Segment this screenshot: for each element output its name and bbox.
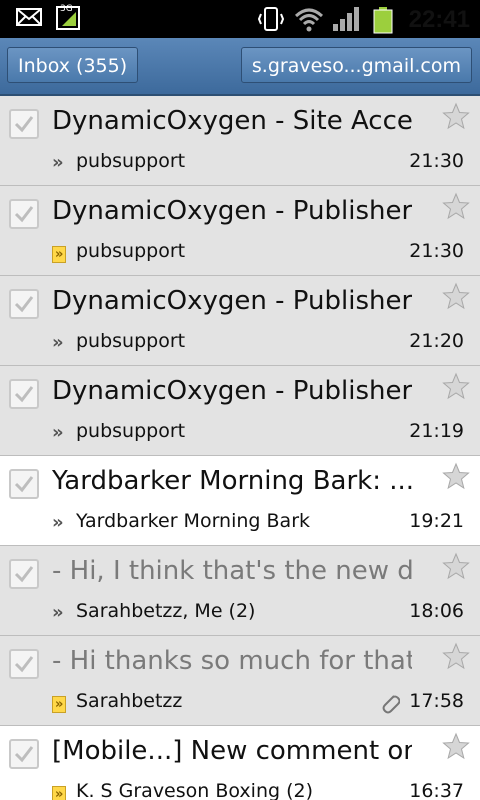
chevron-icon: » [52,152,64,173]
check-icon [14,656,34,673]
check-icon [14,566,34,583]
message-sender: pubsupport [76,240,186,262]
message-subject: DynamicOxygen - Site Acce... [52,106,412,136]
message-row[interactable]: DynamicOxygen - Publisher... » pubsupport 2… [0,186,480,276]
message-subject: DynamicOxygen - Publisher... [52,196,412,226]
priority-marker-icon: » [52,246,67,263]
clock: 22:41 [408,6,470,33]
message-subject: - Hi thanks so much for that. ... [52,646,412,676]
message-subject: - Hi, I think that's the new de... [52,556,412,586]
select-checkbox[interactable] [9,379,39,409]
message-sender: Yardbarker Morning Bark [76,510,311,532]
select-checkbox[interactable] [9,469,39,499]
check-icon [14,476,34,493]
message-row[interactable]: DynamicOxygen - Publisher ... » pubsupport… [0,276,480,366]
priority-marker-icon: » [52,696,67,713]
select-checkbox[interactable] [9,739,39,769]
select-checkbox[interactable] [9,199,39,229]
check-icon [14,116,34,133]
message-sender: pubsupport [76,420,186,442]
message-row[interactable]: Yardbarker Morning Bark: ... ... » Yardbar… [0,456,480,546]
message-time: 21:20 [409,330,464,352]
star-icon[interactable] [442,372,470,404]
chevron-icon: » [52,422,64,443]
message-time: 21:30 [409,240,464,262]
check-icon [14,296,34,313]
mail-icon [16,6,42,32]
select-checkbox[interactable] [9,559,39,589]
message-subject: DynamicOxygen - Publisher ... [52,376,412,406]
star-icon[interactable] [442,102,470,134]
check-icon [14,746,34,763]
priority-marker-icon: » [52,786,67,800]
battery-icon [372,6,394,38]
select-checkbox[interactable] [9,109,39,139]
message-sender: Sarahbetzz [76,690,183,712]
star-icon[interactable] [442,282,470,314]
chevron-icon: » [52,332,64,353]
message-sender: pubsupport [76,150,186,172]
wifi-icon [294,6,324,36]
message-time: 18:06 [409,600,464,622]
check-icon [14,386,34,403]
check-icon [14,206,34,223]
message-row[interactable]: DynamicOxygen - Publisher ... » pubsupport… [0,366,480,456]
vibrate-icon [257,6,285,36]
message-row[interactable]: DynamicOxygen - Site Acce... » pubsupport 2… [0,96,480,186]
signal-icon [332,6,360,36]
select-checkbox[interactable] [9,289,39,319]
message-row[interactable]: - Hi, I think that's the new de... » Sarah… [0,546,480,636]
message-sender: Sarahbetzz, Me (2) [76,600,256,622]
message-time: 19:21 [409,510,464,532]
message-time: 16:37 [409,780,464,800]
header-bar: Inbox (355) s.graveso...gmail.com [0,38,480,96]
message-time: 21:19 [409,420,464,442]
star-icon[interactable] [442,192,470,224]
message-sender: pubsupport [76,330,186,352]
chevron-icon: » [52,602,64,623]
star-icon[interactable] [442,642,470,674]
star-icon[interactable] [442,462,470,494]
message-subject: [Mobile...] New comment on ... [52,736,412,766]
status-bar: 3G 22:41 [0,0,480,38]
message-row[interactable]: [Mobile...] New comment on ... » K. S Grav… [0,726,480,800]
account-button[interactable]: s.graveso...gmail.com [240,47,472,83]
message-row[interactable]: - Hi thanks so much for that. ... » Sarahb… [0,636,480,726]
message-subject: Yardbarker Morning Bark: ... ... [52,466,412,496]
message-subject: DynamicOxygen - Publisher ... [52,286,412,316]
message-sender: K. S Graveson Boxing (2) [76,780,314,800]
star-icon[interactable] [442,732,470,764]
inbox-button[interactable]: Inbox (355) [7,47,139,83]
message-time: 17:58 [409,690,464,712]
star-icon[interactable] [442,552,470,584]
chevron-icon: » [52,512,64,533]
select-checkbox[interactable] [9,649,39,679]
attachment-icon [378,690,401,718]
network-3g-icon: 3G [56,4,80,34]
message-list: DynamicOxygen - Site Acce... » pubsupport 2… [0,96,480,800]
message-time: 21:30 [409,150,464,172]
